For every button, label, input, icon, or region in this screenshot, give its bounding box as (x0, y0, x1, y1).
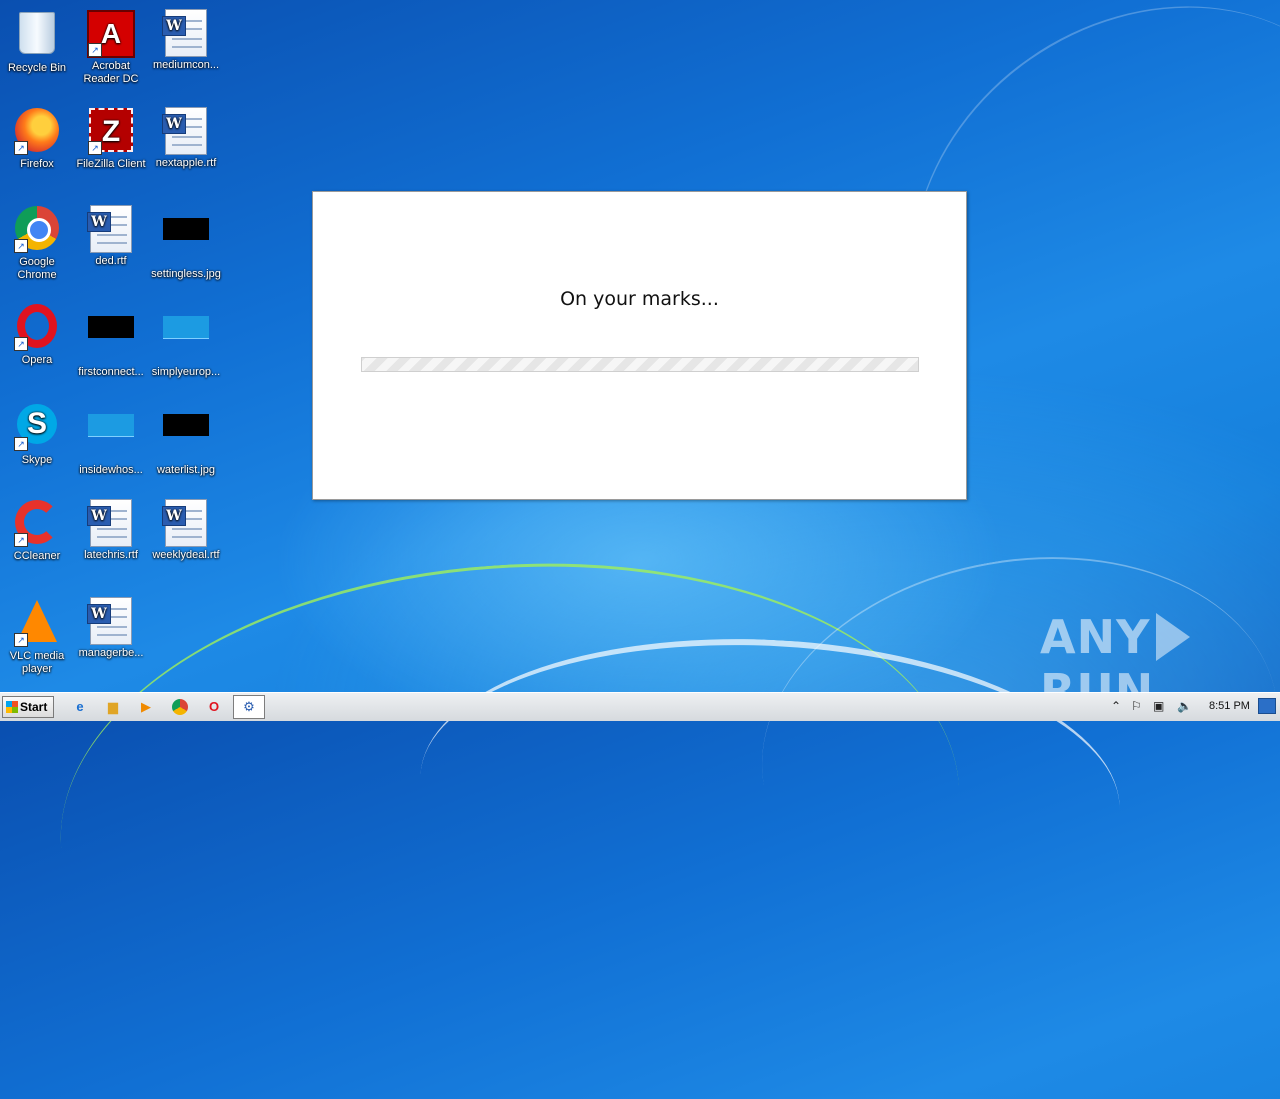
desktop-icon-insidewhos[interactable]: insidewhos... (74, 400, 148, 477)
desktop-icon-waterlist[interactable]: waterlist.jpg (149, 400, 223, 477)
desktop-icon-latechris[interactable]: W latechris.rtf (74, 498, 148, 562)
desktop-icon-nextapple[interactable]: W nextapple.rtf (149, 106, 223, 170)
start-button[interactable]: Start (2, 696, 54, 718)
desktop-icon-managerbe[interactable]: W managerbe... (74, 596, 148, 660)
progress-bar (361, 357, 919, 372)
desktop-icon-mediumcon[interactable]: W mediumcon... (149, 8, 223, 72)
word-document-icon: W (87, 597, 135, 645)
windows-logo-icon (6, 701, 18, 713)
opera-icon: ↗ (13, 304, 61, 352)
play-icon (1156, 613, 1191, 661)
image-icon (162, 218, 210, 266)
desktop-icon-settingless[interactable]: settingless.jpg (149, 204, 223, 281)
progress-fill (362, 358, 918, 371)
icon-label: ded.rtf (95, 255, 127, 267)
icon-label: Acrobat Reader DC (83, 60, 139, 85)
desktop-icon-acrobat[interactable]: A ↗ Acrobat Reader DC (74, 8, 148, 86)
word-document-icon: W (162, 499, 210, 547)
desktop-icon-ded-rtf[interactable]: W ded.rtf (74, 204, 148, 268)
icon-label: waterlist.jpg (156, 464, 216, 476)
desktop-icon-weeklydeal[interactable]: W weeklydeal.rtf (149, 498, 223, 562)
active-task-button[interactable]: ⚙ (233, 695, 265, 719)
recycle-bin-icon (13, 12, 61, 60)
icon-label: managerbe... (78, 647, 144, 659)
icon-label: simplyeurop... (151, 366, 221, 378)
chrome-taskbar-icon[interactable] (170, 697, 190, 717)
firefox-icon: ↗ (13, 108, 61, 156)
filezilla-icon: Z ↗ (87, 108, 135, 156)
opera-taskbar-icon[interactable]: O (204, 697, 224, 717)
image-icon (162, 316, 210, 364)
taskbar: Start e ▆ ▶ O ⚙ ⌃ ⚐ ▣ 🔈 8:51 PM (0, 692, 1280, 721)
watermark-text-left: ANY (1040, 610, 1151, 664)
icon-label: settingless.jpg (151, 268, 221, 280)
icon-label: Google Chrome (17, 256, 57, 281)
media-player-icon[interactable]: ▶ (136, 697, 156, 717)
desktop-icon-filezilla[interactable]: Z ↗ FileZilla Client (74, 106, 148, 171)
desktop-icon-opera[interactable]: ↗ Opera (0, 302, 74, 367)
word-document-icon: W (162, 107, 210, 155)
icon-label: latechris.rtf (84, 549, 138, 561)
icon-label: Firefox (20, 158, 54, 170)
icon-label: FileZilla Client (76, 158, 146, 170)
network-icon[interactable]: ▣ (1153, 699, 1164, 713)
desktop-icon-firefox[interactable]: ↗ Firefox (0, 106, 74, 171)
desktop-icon-skype[interactable]: S ↗ Skype (0, 400, 74, 467)
icon-label: Opera (21, 354, 53, 366)
word-document-icon: W (87, 499, 135, 547)
icon-label: weeklydeal.rtf (152, 549, 220, 561)
icon-label: firstconnect... (78, 366, 144, 378)
skype-icon: S ↗ (13, 404, 61, 452)
desktop-icon-vlc[interactable]: ↗ VLC media player (0, 596, 74, 676)
desktop-icon-simplyeurop[interactable]: simplyeurop... (149, 302, 223, 379)
image-icon (87, 414, 135, 462)
icon-label: insidewhos... (79, 464, 143, 476)
icon-label: Skype (21, 454, 53, 466)
desktop-icon-chrome[interactable]: ↗ Google Chrome (0, 204, 74, 282)
vlc-icon: ↗ (13, 600, 61, 648)
installer-icon: ⚙ (243, 699, 255, 714)
image-icon (87, 316, 135, 364)
folder-icon[interactable]: ▆ (103, 697, 123, 717)
internet-explorer-icon[interactable]: e (70, 697, 90, 717)
volume-icon[interactable]: 🔈 (1177, 699, 1192, 713)
chrome-icon: ↗ (13, 206, 61, 254)
desktop-icon-recycle-bin[interactable]: Recycle Bin (0, 8, 74, 75)
show-hidden-icons-icon[interactable]: ⌃ (1111, 699, 1121, 713)
desktop-icon-ccleaner[interactable]: ↗ CCleaner (0, 498, 74, 563)
icon-label: CCleaner (13, 550, 61, 562)
clock[interactable]: 8:51 PM (1209, 700, 1250, 712)
icon-label: VLC media player (9, 650, 65, 675)
action-center-flag-icon[interactable]: ⚐ (1131, 699, 1142, 713)
icon-label: Recycle Bin (7, 62, 67, 74)
icon-label: nextapple.rtf (155, 157, 217, 169)
acrobat-reader-icon: A ↗ (87, 10, 135, 58)
ccleaner-icon: ↗ (13, 500, 61, 548)
installer-dialog: On your marks... (312, 191, 967, 500)
word-document-icon: W (87, 205, 135, 253)
word-document-icon: W (162, 9, 210, 57)
desktop-icon-firstconnect[interactable]: firstconnect... (74, 302, 148, 379)
dialog-message: On your marks... (560, 288, 719, 310)
image-icon (162, 414, 210, 462)
icon-label: mediumcon... (152, 59, 220, 71)
start-label: Start (20, 700, 48, 714)
show-desktop-button[interactable] (1258, 698, 1276, 714)
